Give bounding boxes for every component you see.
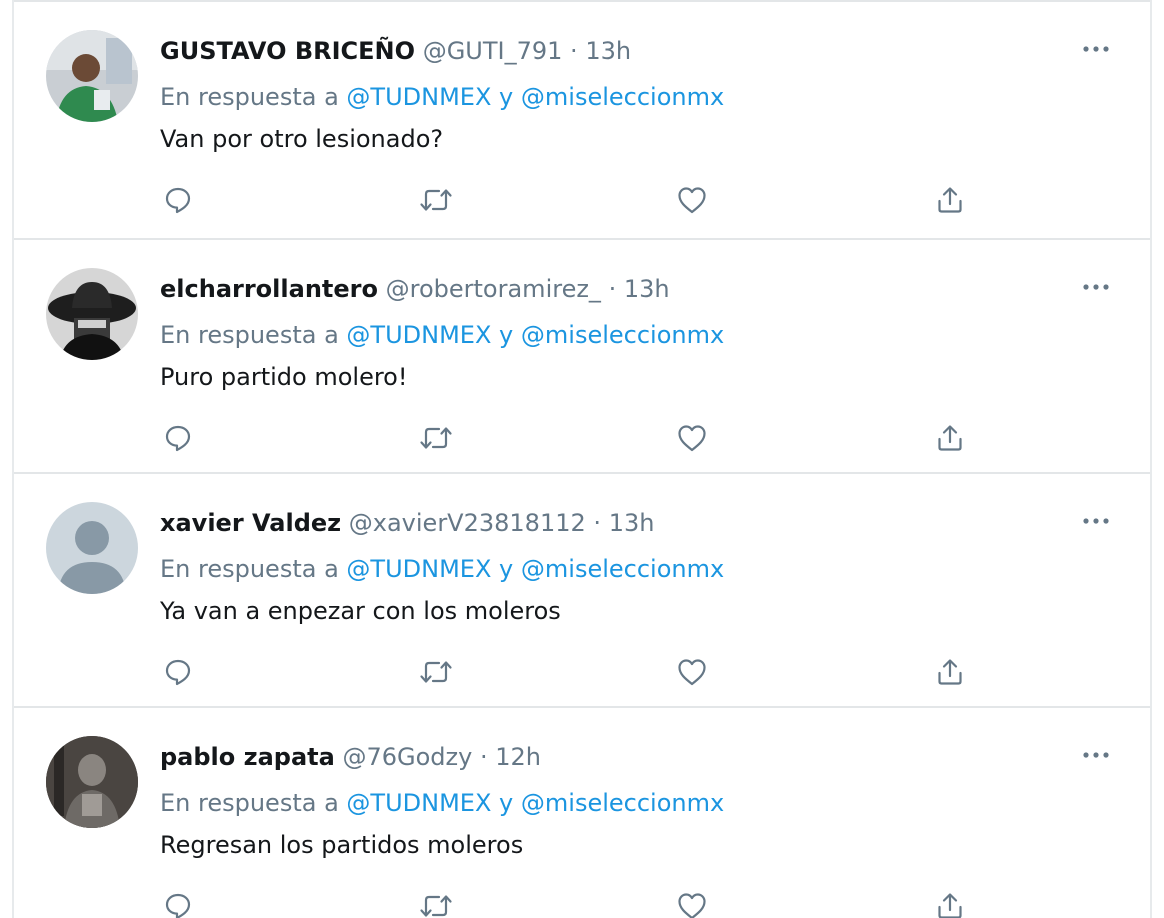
timestamp[interactable]: 13h [624,275,670,303]
reply-context: En respuesta a @TUDNMEX y @miseleccionmx [160,82,724,112]
tweet-text: Ya van a enpezar con los moleros [160,597,561,625]
mention-link[interactable]: @miseleccionmx [521,321,724,349]
retweet-button[interactable] [416,652,456,692]
more-options-icon [1083,284,1109,290]
tweet-actions [14,652,1150,692]
display-name[interactable]: pablo zapata [160,743,335,771]
more-options-button[interactable] [1078,34,1114,64]
like-button[interactable] [672,652,712,692]
avatar[interactable] [46,502,138,594]
tweet-text: Van por otro lesionado? [160,125,444,153]
reply-button[interactable] [158,418,198,458]
mention-link[interactable]: @miseleccionmx [521,789,724,817]
like-button[interactable] [672,418,712,458]
page: GUSTAVO BRICEÑO @GUTI_791 · 13h En respu… [0,0,1164,918]
avatar[interactable] [46,736,138,828]
mention-link[interactable]: @miseleccionmx [521,555,724,583]
display-name[interactable]: elcharrollantero [160,275,378,303]
timestamp[interactable]: 13h [609,509,655,537]
display-name[interactable]: GUSTAVO BRICEÑO [160,37,415,65]
retweet-icon [420,661,452,683]
retweet-button[interactable] [416,886,456,918]
reply-tweet[interactable]: GUSTAVO BRICEÑO @GUTI_791 · 13h En respu… [14,0,1150,240]
share-button[interactable] [930,180,970,220]
share-icon [938,659,962,685]
reply-context: En respuesta a @TUDNMEX y @miseleccionmx [160,554,724,584]
share-button[interactable] [930,418,970,458]
reply-conjunction: y [499,555,514,583]
mention-link[interactable]: @miseleccionmx [521,83,724,111]
like-icon [678,187,706,214]
share-icon [938,187,962,213]
like-icon [678,893,706,918]
tweet-actions [14,886,1150,918]
like-button[interactable] [672,886,712,918]
user-handle[interactable]: @robertoramirez_ [386,275,601,303]
more-options-button[interactable] [1078,506,1114,536]
retweet-icon [420,189,452,211]
separator-dot: · [608,275,617,303]
retweet-button[interactable] [416,418,456,458]
tweet-header: pablo zapata @76Godzy · 12h [160,742,541,772]
reply-icon [165,893,191,918]
share-button[interactable] [930,886,970,918]
reply-tweet[interactable]: pablo zapata @76Godzy · 12h En respuesta… [14,708,1150,918]
retweet-button[interactable] [416,180,456,220]
like-button[interactable] [672,180,712,220]
display-name[interactable]: xavier Valdez [160,509,341,537]
reply-button[interactable] [158,886,198,918]
separator-dot: · [593,509,602,537]
tweet-text: Puro partido molero! [160,363,408,391]
reply-context: En respuesta a @TUDNMEX y @miseleccionmx [160,320,724,350]
separator-dot: · [479,743,488,771]
avatar[interactable] [46,268,138,360]
reply-tweet[interactable]: xavier Valdez @xavierV23818112 · 13h En … [14,474,1150,708]
share-icon [938,893,962,918]
share-icon [938,425,962,451]
tweet-header: elcharrollantero @robertoramirez_ · 13h [160,274,670,304]
reply-prefix: En respuesta a [160,789,339,817]
reply-button[interactable] [158,652,198,692]
tweet-header: xavier Valdez @xavierV23818112 · 13h [160,508,654,538]
tweet-header: GUSTAVO BRICEÑO @GUTI_791 · 13h [160,36,631,66]
tweet-actions [14,418,1150,458]
retweet-icon [420,895,452,917]
reply-icon [165,187,191,214]
more-options-button[interactable] [1078,272,1114,302]
tweet-actions [14,180,1150,220]
more-options-icon [1083,752,1109,758]
retweet-icon [420,427,452,449]
user-handle[interactable]: @GUTI_791 [423,37,563,65]
reply-conjunction: y [499,789,514,817]
reply-button[interactable] [158,180,198,220]
like-icon [678,425,706,452]
reply-conjunction: y [499,83,514,111]
avatar[interactable] [46,30,138,122]
mention-link[interactable]: @TUDNMEX [346,83,491,111]
like-icon [678,659,706,686]
reply-prefix: En respuesta a [160,321,339,349]
reply-prefix: En respuesta a [160,555,339,583]
tweet-text: Regresan los partidos moleros [160,831,524,859]
reply-prefix: En respuesta a [160,83,339,111]
timestamp[interactable]: 12h [495,743,541,771]
share-button[interactable] [930,652,970,692]
more-options-icon [1083,518,1109,524]
user-handle[interactable]: @xavierV23818112 [349,509,586,537]
timestamp[interactable]: 13h [585,37,631,65]
reply-icon [165,659,191,686]
mention-link[interactable]: @TUDNMEX [346,789,491,817]
reply-tweet[interactable]: elcharrollantero @robertoramirez_ · 13h … [14,240,1150,474]
more-options-icon [1083,46,1109,52]
reply-conjunction: y [499,321,514,349]
replies-feed: GUSTAVO BRICEÑO @GUTI_791 · 13h En respu… [12,0,1152,918]
user-handle[interactable]: @76Godzy [342,743,472,771]
mention-link[interactable]: @TUDNMEX [346,321,491,349]
separator-dot: · [570,37,578,65]
more-options-button[interactable] [1078,740,1114,770]
mention-link[interactable]: @TUDNMEX [346,555,491,583]
reply-context: En respuesta a @TUDNMEX y @miseleccionmx [160,788,724,818]
reply-icon [165,425,191,452]
